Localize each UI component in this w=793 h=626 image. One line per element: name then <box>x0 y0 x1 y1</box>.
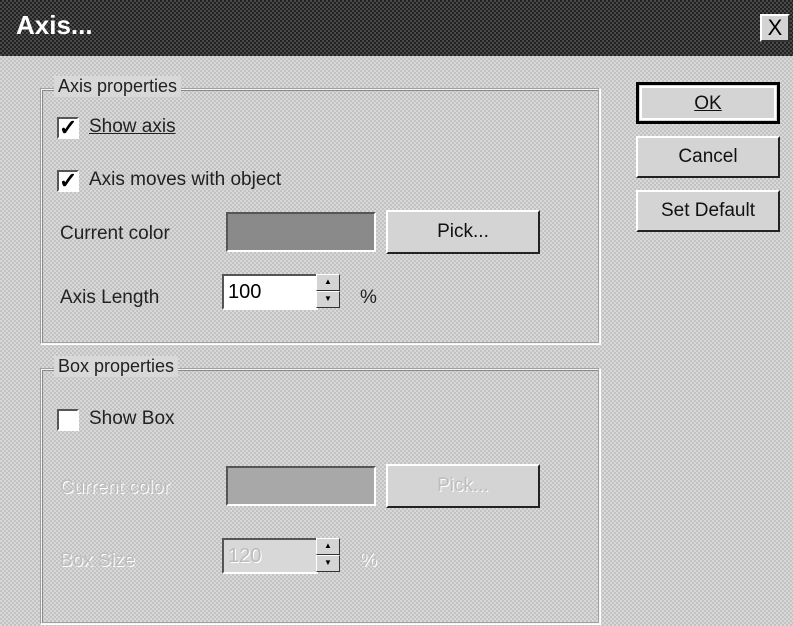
check-icon: ✓ <box>59 115 78 140</box>
axis-length-label: Axis Length <box>60 287 160 308</box>
ok-button[interactable]: OK <box>636 82 780 124</box>
spin-up-icon[interactable]: ▲ <box>316 274 340 291</box>
show-axis-label[interactable]: Show axis <box>89 116 176 138</box>
spin-down-icon[interactable]: ▼ <box>316 291 340 308</box>
show-axis-checkbox[interactable]: ✓ <box>57 117 79 139</box>
window-title: Axis... <box>16 10 93 40</box>
spin-down-icon[interactable]: ▼ <box>316 555 340 572</box>
show-box-checkbox[interactable] <box>57 409 79 431</box>
axis-pick-button[interactable]: Pick... <box>386 210 540 254</box>
close-button[interactable]: X <box>760 14 790 42</box>
axis-length-spinner[interactable]: ▲ ▼ <box>316 274 340 308</box>
box-color-swatch <box>226 466 376 506</box>
box-current-color-label: Current color <box>60 477 170 498</box>
axis-length-unit: % <box>360 287 377 308</box>
box-size-input[interactable] <box>222 538 318 574</box>
spin-up-icon[interactable]: ▲ <box>316 538 340 555</box>
close-icon: X <box>767 15 783 40</box>
axis-length-input[interactable] <box>222 274 318 310</box>
box-size-unit: % <box>360 550 377 571</box>
box-size-spinner[interactable]: ▲ ▼ <box>316 538 340 572</box>
axis-moves-label[interactable]: Axis moves with object <box>89 169 281 191</box>
axis-properties-legend: Axis properties <box>54 76 182 97</box>
axis-color-swatch <box>226 212 376 252</box>
show-box-label[interactable]: Show Box <box>89 408 175 430</box>
set-default-button[interactable]: Set Default <box>636 190 780 232</box>
check-icon: ✓ <box>59 168 78 193</box>
box-pick-button[interactable]: Pick... <box>386 464 540 508</box>
axis-current-color-label: Current color <box>60 223 170 244</box>
axis-moves-checkbox[interactable]: ✓ <box>57 170 79 192</box>
cancel-button[interactable]: Cancel <box>636 136 780 178</box>
box-size-label: Box Size <box>60 550 135 571</box>
box-properties-legend: Box properties <box>54 356 179 377</box>
title-bar: Axis... X <box>0 0 793 56</box>
